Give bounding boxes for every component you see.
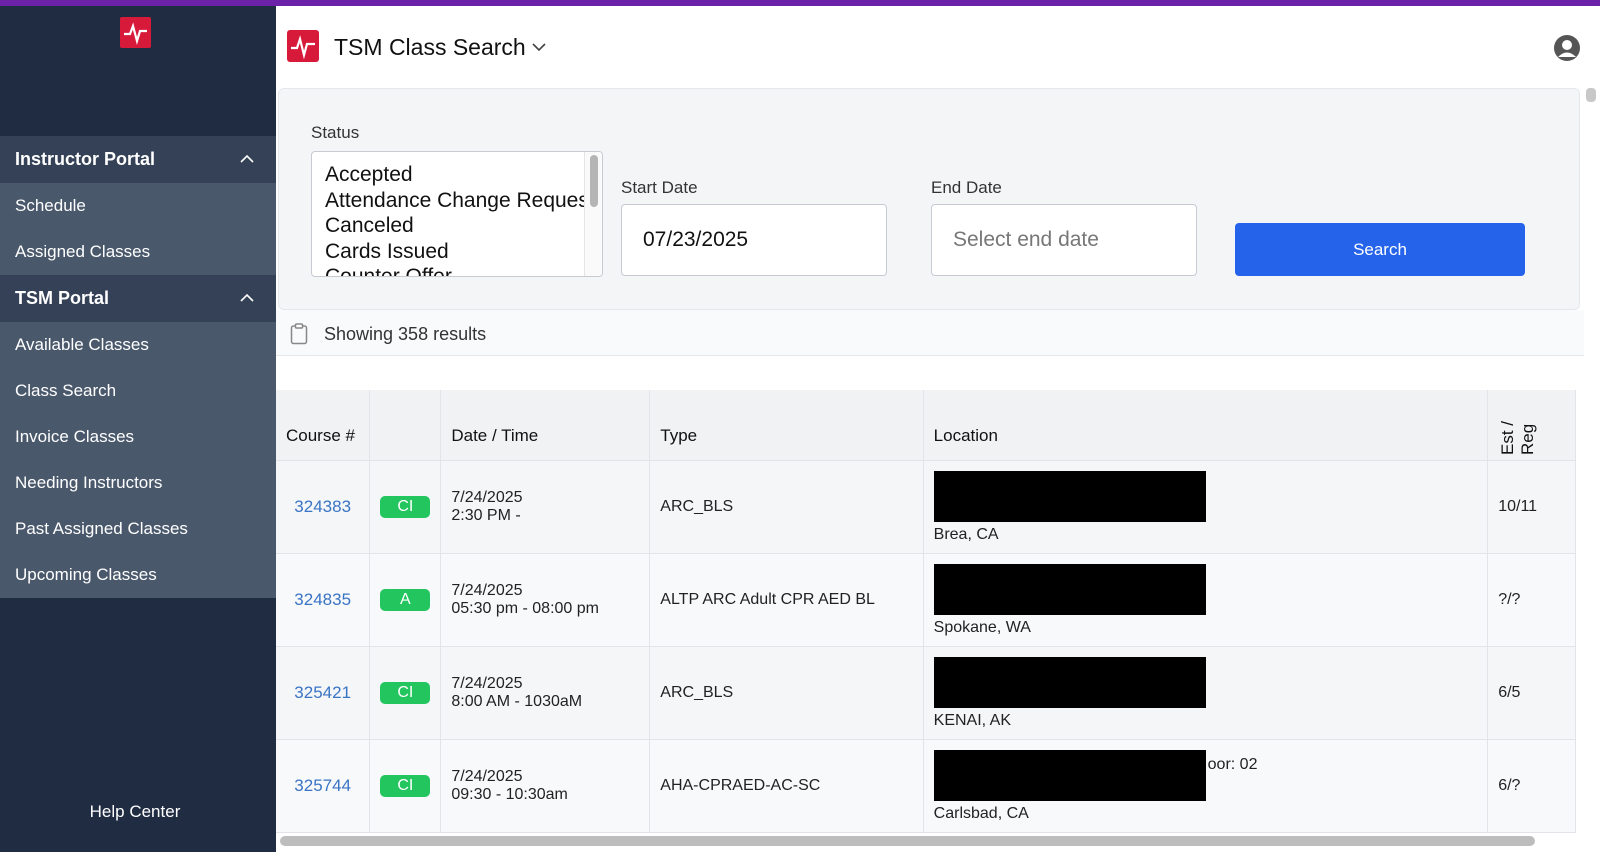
logo-pulse-icon[interactable] <box>120 17 151 48</box>
filter-panel: Status Accepted Attendance Change Reques… <box>278 88 1580 310</box>
start-date-label: Start Date <box>621 178 698 197</box>
class-time: 05:30 pm - 08:00 pm <box>451 600 599 617</box>
class-type: AHA-CPRAED-AC-SC <box>649 739 924 833</box>
chevron-up-icon <box>240 293 254 302</box>
status-multiselect[interactable]: Accepted Attendance Change Request Cance… <box>311 151 603 277</box>
status-badge: CI <box>380 775 431 797</box>
results-bar: Showing 358 results <box>276 310 1584 356</box>
status-badge: A <box>380 589 431 611</box>
est-reg-value: ?/? <box>1487 553 1576 647</box>
app-pulse-icon <box>287 30 319 62</box>
class-type: ARC_BLS <box>649 646 924 740</box>
scrollbar-thumb[interactable] <box>590 155 598 207</box>
status-option[interactable]: Counter Offer <box>312 264 582 276</box>
chevron-up-icon <box>240 154 254 163</box>
class-time: 09:30 - 10:30am <box>451 786 568 803</box>
course-link[interactable]: 325421 <box>294 683 351 702</box>
sidebar-item-past-assigned-classes[interactable]: Past Assigned Classes <box>0 506 276 552</box>
status-option[interactable]: Canceled <box>312 213 582 239</box>
sidebar-item-invoice-classes[interactable]: Invoice Classes <box>0 414 276 460</box>
class-date: 7/24/2025 <box>451 675 523 692</box>
section-title: TSM Portal <box>15 288 110 308</box>
course-link[interactable]: 324835 <box>294 590 351 609</box>
col-type[interactable]: Type <box>649 390 924 461</box>
status-option[interactable]: Accepted <box>312 162 582 188</box>
table-row[interactable]: 324835 A 7/24/2025 05:30 pm - 08:00 pm AL… <box>276 553 1576 647</box>
status-option[interactable]: Cards Issued <box>312 239 582 265</box>
horizontal-scrollbar[interactable] <box>280 836 1535 846</box>
location-city: Brea, CA <box>933 525 999 543</box>
location-city: KENAI, AK <box>933 711 1012 729</box>
sidebar-item-schedule[interactable]: Schedule <box>0 183 276 229</box>
redacted-address <box>933 656 1206 708</box>
class-date: 7/24/2025 <box>451 489 523 506</box>
col-datetime[interactable]: Date / Time <box>440 390 651 461</box>
col-course[interactable]: Course # <box>276 390 371 461</box>
col-status <box>369 390 442 461</box>
results-count: Showing 358 results <box>324 324 487 344</box>
vertical-scrollbar[interactable] <box>1586 88 1596 102</box>
start-date-input[interactable] <box>621 204 887 276</box>
end-date-input[interactable] <box>931 204 1197 276</box>
table-row[interactable]: 324383 CI 7/24/2025 2:30 PM - ARC_BLS Bre… <box>276 460 1576 554</box>
col-location[interactable]: Location <box>923 390 1489 461</box>
instructor-nav: Schedule Assigned Classes <box>0 183 276 275</box>
main-content: TSM Class Search Status Accepted Attenda… <box>276 6 1600 852</box>
class-time: 2:30 PM - <box>451 507 521 524</box>
redacted-address <box>933 749 1206 801</box>
sidebar-item-upcoming-classes[interactable]: Upcoming Classes <box>0 552 276 598</box>
location-city: Carlsbad, CA <box>933 804 1029 822</box>
table-row[interactable]: 325421 CI 7/24/2025 8:00 AM - 1030aM ARC_… <box>276 646 1576 740</box>
table-header-row: Course # Date / Time Type Location Est /… <box>276 390 1576 461</box>
course-link[interactable]: 324383 <box>294 497 351 516</box>
chevron-down-icon[interactable] <box>532 40 546 54</box>
status-badge: CI <box>380 682 431 704</box>
sidebar-item-needing-instructors[interactable]: Needing Instructors <box>0 460 276 506</box>
sidebar-item-available-classes[interactable]: Available Classes <box>0 322 276 368</box>
col-est-reg[interactable]: Est / Reg <box>1487 390 1576 461</box>
classes-table: Course # Date / Time Type Location Est /… <box>276 390 1576 833</box>
app-title[interactable]: TSM Class Search <box>334 34 526 61</box>
status-options: Accepted Attendance Change Request Cance… <box>312 162 595 276</box>
est-reg-label: Est / Reg <box>1498 420 1538 455</box>
clipboard-icon <box>290 323 308 345</box>
section-tsm-portal[interactable]: TSM Portal <box>0 275 276 322</box>
section-instructor-portal[interactable]: Instructor Portal <box>0 136 276 183</box>
location-extra: oor: 02 <box>1207 755 1258 773</box>
est-reg-value: 10/11 <box>1487 460 1576 554</box>
status-badge: CI <box>380 496 431 518</box>
status-label: Status <box>311 123 360 142</box>
class-date: 7/24/2025 <box>451 768 523 785</box>
table-row[interactable]: 325744 CI 7/24/2025 09:30 - 10:30am AHA-C… <box>276 739 1576 833</box>
sidebar-item-assigned-classes[interactable]: Assigned Classes <box>0 229 276 275</box>
redacted-address <box>933 470 1206 522</box>
est-reg-value: 6/5 <box>1487 646 1576 740</box>
class-type: ALTP ARC Adult CPR AED BL <box>649 553 924 647</box>
course-link[interactable]: 325744 <box>294 776 351 795</box>
sidebar: Instructor Portal Schedule Assigned Clas… <box>0 6 276 852</box>
class-date: 7/24/2025 <box>451 582 523 599</box>
status-option[interactable]: Attendance Change Request <box>312 188 595 214</box>
location-city: Spokane, WA <box>933 618 1031 636</box>
user-avatar-icon[interactable] <box>1553 34 1581 62</box>
search-button[interactable]: Search <box>1235 223 1525 276</box>
class-type: ARC_BLS <box>649 460 924 554</box>
app-header: TSM Class Search <box>276 6 1600 88</box>
redacted-address <box>933 563 1206 615</box>
help-center-link[interactable]: Help Center <box>0 802 270 822</box>
section-title: Instructor Portal <box>15 149 156 169</box>
end-date-label: End Date <box>931 178 1002 197</box>
sidebar-item-class-search[interactable]: Class Search <box>0 368 276 414</box>
status-scrollbar[interactable] <box>584 152 602 276</box>
est-reg-value: 6/? <box>1487 739 1576 833</box>
class-time: 8:00 AM - 1030aM <box>451 693 583 710</box>
tsm-nav: Available Classes Class Search Invoice C… <box>0 322 276 598</box>
